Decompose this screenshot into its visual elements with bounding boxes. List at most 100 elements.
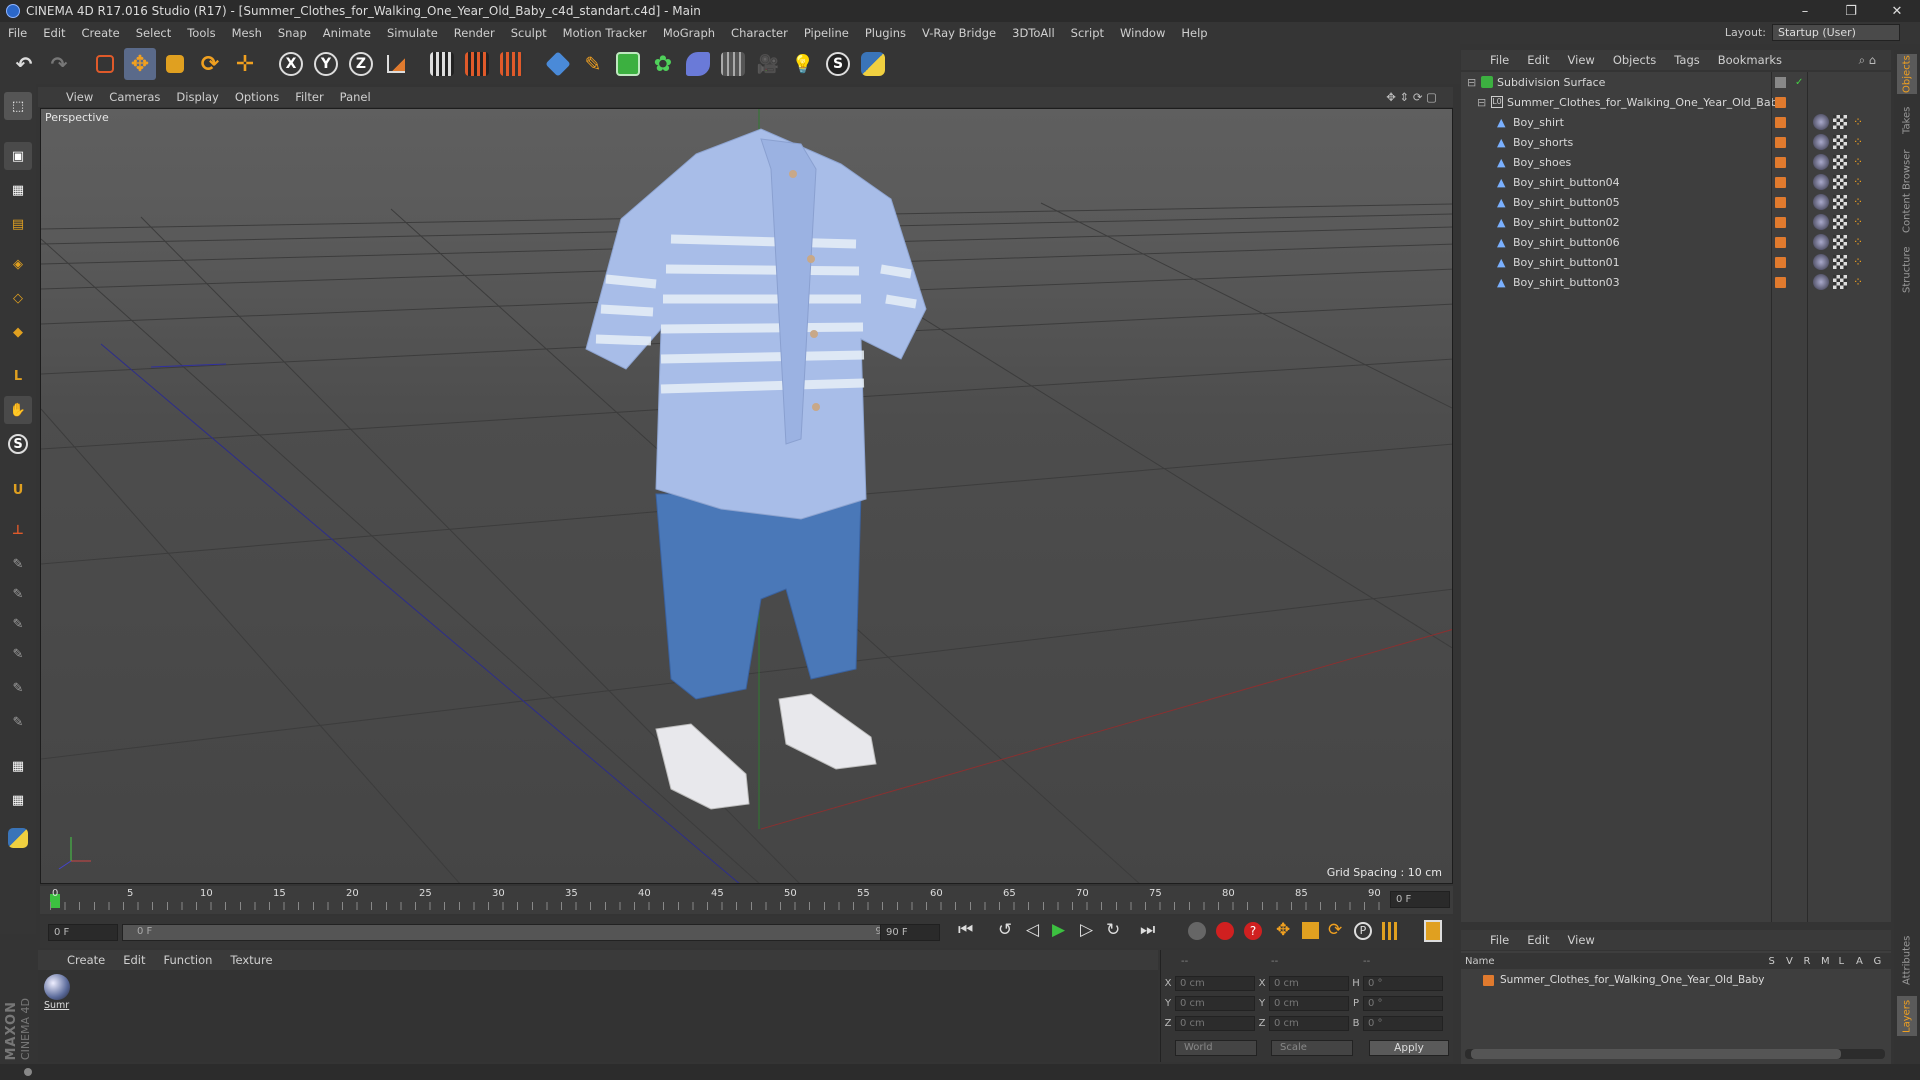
make-editable-button[interactable]: ⬚	[4, 92, 32, 120]
timeline-ruler[interactable]: 0 5 10 15 20 25 30 35 40 45 50 55 60 65 …	[40, 886, 1453, 914]
vertex-map-tag-icon[interactable]: ⁘	[1853, 255, 1863, 269]
viewport-nav-icons[interactable]: ✥ ⇕ ⟳ ▢	[1378, 90, 1445, 104]
apply-button[interactable]: Apply	[1369, 1040, 1449, 1056]
menu-pipeline[interactable]: Pipeline	[796, 26, 857, 40]
tab-objects[interactable]: Objects	[1897, 54, 1917, 94]
layer-swatch[interactable]	[1775, 76, 1786, 88]
material-swatch[interactable]: Sumr	[44, 974, 72, 1014]
tab-takes[interactable]: Takes	[1897, 100, 1917, 140]
layer-horizontal-scrollbar[interactable]	[1465, 1049, 1885, 1059]
material-tag-icon[interactable]	[1813, 234, 1829, 250]
autokey-button[interactable]	[1216, 922, 1234, 940]
rotation-h-field[interactable]: 0 °	[1363, 975, 1443, 991]
grid-button[interactable]: ▦	[4, 752, 32, 780]
layers-menu-edit[interactable]: Edit	[1518, 933, 1558, 947]
menu-animate[interactable]: Animate	[315, 26, 379, 40]
menu-3dtoall[interactable]: 3DToAll	[1004, 26, 1063, 40]
layer-color-swatch[interactable]	[1775, 136, 1786, 148]
texture-tag-icon[interactable]	[1833, 135, 1847, 149]
sculpt-brush-button-3[interactable]: ✎	[4, 610, 32, 638]
tab-structure[interactable]: Structure	[1897, 242, 1917, 298]
material-menu-edit[interactable]: Edit	[114, 953, 154, 967]
material-tag-icon[interactable]	[1813, 194, 1829, 210]
recent-tool-button[interactable]: ✛	[229, 48, 261, 80]
position-y-field[interactable]: 0 cm	[1175, 995, 1255, 1011]
menu-sculpt[interactable]: Sculpt	[503, 26, 555, 40]
texture-tag-icon[interactable]	[1833, 195, 1847, 209]
layer-row[interactable]: Summer_Clothes_for_Walking_One_Year_Old_…	[1461, 971, 1891, 989]
layer-color-swatch[interactable]	[1775, 276, 1786, 288]
menu-tools[interactable]: Tools	[179, 26, 223, 40]
layer-color-swatch[interactable]	[1775, 116, 1786, 128]
objects-menu-edit[interactable]: Edit	[1518, 53, 1558, 67]
menu-script[interactable]: Script	[1063, 26, 1112, 40]
record-keys-button[interactable]	[1188, 922, 1206, 940]
tab-attributes[interactable]: Attributes	[1897, 930, 1917, 990]
layers-menu-file[interactable]: File	[1481, 933, 1518, 947]
menu-snap[interactable]: Snap	[270, 26, 315, 40]
rotate-tool-button[interactable]: ⟳	[194, 48, 226, 80]
sculpt-brush-button-4[interactable]: ✎	[4, 640, 32, 668]
menu-select[interactable]: Select	[128, 26, 179, 40]
texture-mode-button[interactable]: ▦	[4, 176, 32, 204]
move-tool-button[interactable]: ✥	[124, 48, 156, 80]
tree-item-boy-shirt-button02[interactable]: ▲ Boy_shirt_button02 ⁘	[1461, 212, 1891, 232]
layer-color-swatch[interactable]	[1775, 216, 1786, 228]
menu-mograph[interactable]: MoGraph	[655, 26, 723, 40]
layer-color-swatch[interactable]	[1775, 96, 1786, 108]
tree-item-boy-shirt-button05[interactable]: ▲ Boy_shirt_button05 ⁘	[1461, 192, 1891, 212]
sculpt-brush-button-1[interactable]: ✎	[4, 550, 32, 578]
current-frame-field[interactable]: 0 F	[1390, 891, 1450, 908]
array-button[interactable]: ✿	[647, 48, 679, 80]
edges-mode-button[interactable]: ◇	[4, 284, 32, 312]
camera-button[interactable]: 🎥	[752, 48, 784, 80]
key-pla-button[interactable]	[1382, 922, 1400, 940]
viewport-menu-options[interactable]: Options	[227, 90, 287, 104]
vertex-map-tag-icon[interactable]: ⁘	[1853, 135, 1863, 149]
menu-create[interactable]: Create	[74, 26, 128, 40]
undo-button[interactable]: ↶	[8, 48, 40, 80]
material-menu-create[interactable]: Create	[58, 953, 114, 967]
material-tag-icon[interactable]	[1813, 254, 1829, 270]
sculpt-brush-button-6[interactable]: ✎	[4, 708, 32, 736]
position-x-field[interactable]: 0 cm	[1175, 975, 1255, 991]
key-parameter-button[interactable]: P	[1354, 922, 1372, 940]
go-to-start-button[interactable]: ⏮	[958, 920, 973, 940]
live-selection-button[interactable]	[89, 48, 121, 80]
sculpt-brush-button-2[interactable]: ✎	[4, 580, 32, 608]
objects-menu-file[interactable]: File	[1481, 53, 1518, 67]
menu-render[interactable]: Render	[446, 26, 503, 40]
objects-menu-objects[interactable]: Objects	[1604, 53, 1665, 67]
texture-tag-icon[interactable]	[1833, 235, 1847, 249]
menu-file[interactable]: File	[0, 26, 35, 40]
search-icon[interactable]: ⌕ ⌂	[1850, 53, 1885, 68]
vray-button[interactable]: S	[822, 48, 854, 80]
scale-tool-button[interactable]	[159, 48, 191, 80]
layer-color-swatch[interactable]	[1775, 236, 1786, 248]
end-frame-field[interactable]: 90 F	[880, 924, 940, 941]
size-mode-select[interactable]: Scale	[1271, 1040, 1353, 1056]
subdivision-button[interactable]	[612, 48, 644, 80]
deformer-button[interactable]	[682, 48, 714, 80]
coordinate-system-button[interactable]	[380, 48, 412, 80]
menu-edit[interactable]: Edit	[35, 26, 73, 40]
menu-mesh[interactable]: Mesh	[224, 26, 270, 40]
size-y-field[interactable]: 0 cm	[1269, 995, 1349, 1011]
layer-color-swatch[interactable]	[1775, 156, 1786, 168]
perspective-viewport[interactable]: Perspective Grid Spacing : 10 cm	[40, 108, 1453, 884]
coordinate-space-select[interactable]: World	[1175, 1040, 1257, 1056]
rotation-p-field[interactable]: 0 °	[1363, 995, 1443, 1011]
viewport-menu-display[interactable]: Display	[168, 90, 226, 104]
play-button[interactable]: ▶	[1052, 920, 1065, 940]
render-picture-viewer-button[interactable]	[461, 48, 493, 80]
render-view-button[interactable]	[426, 48, 458, 80]
tab-content-browser[interactable]: Content Browser	[1897, 146, 1917, 236]
x-axis-button[interactable]: X	[275, 48, 307, 80]
tree-item-null[interactable]: ⊟ L0 Summer_Clothes_for_Walking_One_Year…	[1461, 92, 1891, 112]
viewport-menu-cameras[interactable]: Cameras	[101, 90, 168, 104]
timeline-window-button[interactable]	[1424, 920, 1442, 942]
collapse-icon[interactable]: ⊟	[1477, 96, 1487, 109]
python-script-button[interactable]	[4, 824, 32, 852]
menu-vray-bridge[interactable]: V-Ray Bridge	[914, 26, 1004, 40]
key-position-button[interactable]: ✥	[1276, 920, 1290, 940]
